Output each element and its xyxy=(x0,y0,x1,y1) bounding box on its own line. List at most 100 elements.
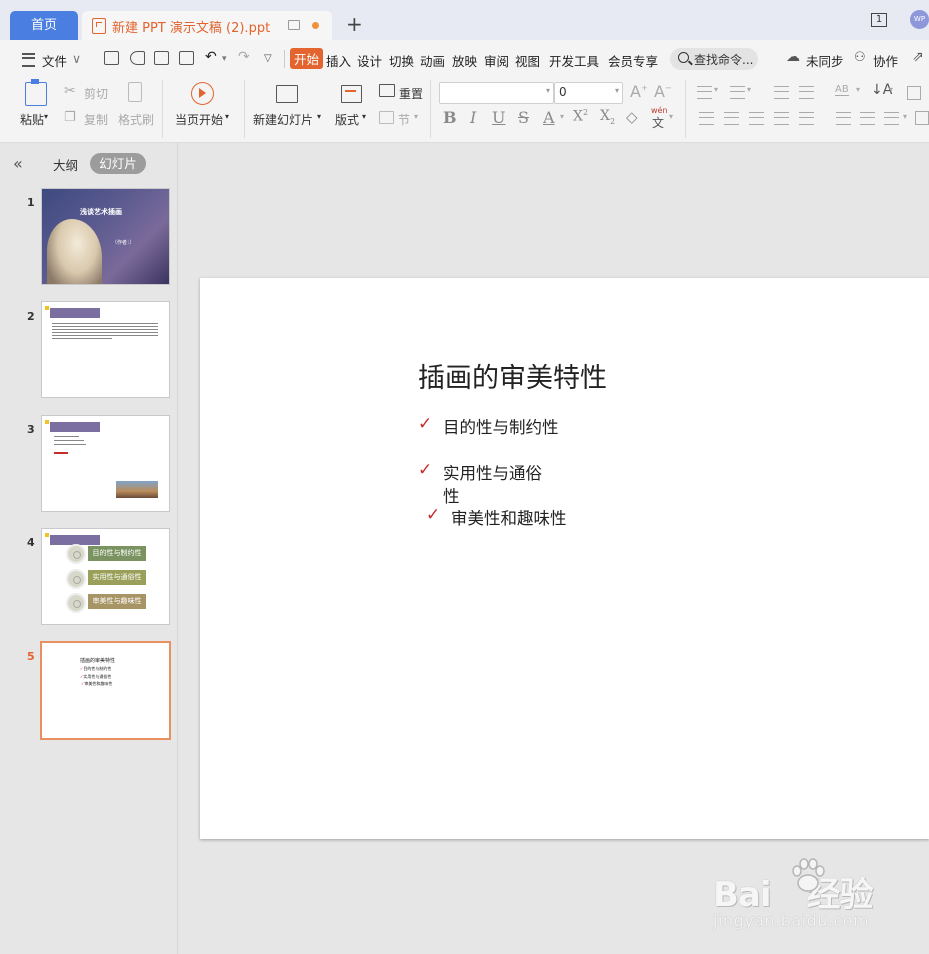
redo-icon[interactable]: ↷ xyxy=(238,49,250,65)
decrease-indent-icon[interactable] xyxy=(774,86,789,99)
screen-icon[interactable] xyxy=(288,20,300,30)
slide-canvas[interactable]: 插画的审美特性 ✓ 目的性与制约性 ✓ 实用性与通俗 性 ✓ 审美性和趣味性 xyxy=(200,278,929,839)
save-icon[interactable] xyxy=(104,51,119,65)
font-color-dropdown-icon[interactable]: ▾ xyxy=(560,112,564,121)
underline-icon[interactable]: U xyxy=(492,108,505,127)
subscript-icon[interactable]: X2 xyxy=(600,108,615,126)
more-icon[interactable] xyxy=(915,111,929,125)
reset-button[interactable]: 重置 xyxy=(399,85,423,102)
paste-icon[interactable] xyxy=(25,82,47,106)
play-from-current-button[interactable]: 当页开始 xyxy=(175,111,223,128)
layout-icon[interactable] xyxy=(341,85,362,103)
print-icon[interactable] xyxy=(154,51,169,65)
scissors-icon[interactable]: ✂ xyxy=(64,83,76,99)
collapse-panel-icon[interactable]: « xyxy=(13,154,23,173)
paragraph-spacing-icon[interactable] xyxy=(860,112,875,125)
print-preview-icon[interactable] xyxy=(179,51,194,65)
column-dropdown-icon[interactable]: ▾ xyxy=(903,112,907,121)
clear-format-icon[interactable]: ◇ xyxy=(626,108,638,126)
column-icon[interactable] xyxy=(884,112,899,125)
menu-animation[interactable]: 动画 xyxy=(420,51,445,70)
menu-transition[interactable]: 切换 xyxy=(389,51,414,70)
shrink-font-icon[interactable]: A− xyxy=(654,82,672,101)
section-dropdown-icon[interactable]: ▾ xyxy=(414,112,418,121)
collab-button[interactable]: 协作 xyxy=(873,51,898,70)
new-slide-button[interactable]: 新建幻灯片 xyxy=(253,111,313,128)
avatar[interactable]: WP xyxy=(910,10,929,29)
tab-document[interactable]: 新建 PPT 演示文稿 (2).ppt xyxy=(82,11,332,40)
menu-member[interactable]: 会员专享 xyxy=(608,51,658,70)
bullet-item[interactable]: 审美性和趣味性 xyxy=(451,505,567,529)
align-center-icon[interactable] xyxy=(724,112,739,125)
undo-icon[interactable]: ↶ xyxy=(205,49,217,65)
copy-icon[interactable]: ❐ xyxy=(64,110,76,125)
tab-home[interactable]: 首页 xyxy=(10,11,78,40)
slide-thumbnail-5[interactable]: 插画的审美特性 ✓目的性与制约性 ✓实用性与通俗性 ✓审美性和趣味性 xyxy=(40,641,171,740)
slide-thumbnail-2[interactable] xyxy=(41,301,170,398)
menu-view[interactable]: 视图 xyxy=(515,51,540,70)
new-slide-icon[interactable] xyxy=(276,85,298,103)
chevron-down-icon[interactable]: ∨ xyxy=(72,51,81,66)
grow-font-icon[interactable]: A+ xyxy=(630,82,648,101)
menu-insert[interactable]: 插入 xyxy=(326,51,351,70)
bullet-item[interactable]: 实用性与通俗 xyxy=(443,460,542,484)
reset-icon[interactable] xyxy=(379,84,395,97)
window-count-badge[interactable]: 1 xyxy=(871,13,887,27)
format-painter-button[interactable]: 格式刷 xyxy=(118,111,154,128)
menu-design[interactable]: 设计 xyxy=(357,51,382,70)
cloud-sync-icon[interactable]: ☁ xyxy=(786,49,800,65)
pinyin-dropdown-icon[interactable]: ▾ xyxy=(669,112,673,121)
superscript-icon[interactable]: X2 xyxy=(573,108,588,125)
new-slide-dropdown-icon[interactable]: ▾ xyxy=(317,112,321,121)
bold-icon[interactable]: B xyxy=(443,108,457,127)
paste-dropdown-icon[interactable]: ▾ xyxy=(44,112,48,121)
justify-icon[interactable] xyxy=(774,112,789,125)
sync-status[interactable]: 未同步 xyxy=(806,51,844,70)
slide-thumbnail-3[interactable] xyxy=(41,415,170,512)
paste-button[interactable]: 粘贴 xyxy=(20,111,44,128)
numbered-list-icon[interactable] xyxy=(730,86,745,99)
textbox-icon[interactable] xyxy=(907,86,921,100)
cut-button[interactable]: 剪切 xyxy=(84,85,108,102)
sort-dropdown-icon[interactable]: ▾ xyxy=(889,85,893,94)
numbered-dropdown-icon[interactable]: ▾ xyxy=(747,85,751,94)
increase-indent-icon[interactable] xyxy=(799,86,814,99)
font-color-icon[interactable]: A xyxy=(543,108,555,127)
slide-thumbnail-4[interactable]: 目的性与制约性 实用性与通俗性 审美性与趣味性 xyxy=(41,528,170,625)
format-painter-icon[interactable] xyxy=(128,82,142,102)
bullet-dropdown-icon[interactable]: ▾ xyxy=(714,85,718,94)
align-right-icon[interactable] xyxy=(749,112,764,125)
bullet-list-icon[interactable] xyxy=(697,86,712,99)
slide-thumbnail-1[interactable]: 浅谈艺术插画 （作者：） xyxy=(41,188,170,285)
collab-user-icon[interactable]: ⚇ xyxy=(854,50,866,65)
command-search[interactable]: 查找命令... xyxy=(670,48,758,70)
tab-slides[interactable]: 幻灯片 xyxy=(90,153,146,174)
undo-dropdown-icon[interactable]: ▾ xyxy=(222,54,227,64)
customize-dropdown-icon[interactable]: ▽ xyxy=(264,53,272,64)
pinyin-guide-icon[interactable]: 文 xyxy=(652,114,664,131)
hamburger-icon[interactable] xyxy=(22,53,35,67)
export-icon[interactable] xyxy=(130,51,145,65)
strikethrough-icon[interactable]: S xyxy=(518,108,529,127)
menu-review[interactable]: 审阅 xyxy=(484,51,509,70)
layout-dropdown-icon[interactable]: ▾ xyxy=(362,112,366,121)
new-tab-button[interactable]: + xyxy=(346,12,363,36)
share-icon[interactable]: ⇗ xyxy=(912,49,924,65)
text-direction-dropdown-icon[interactable]: ▾ xyxy=(856,85,860,94)
section-icon[interactable] xyxy=(379,111,394,124)
section-button[interactable]: 节 xyxy=(398,111,410,128)
italic-icon[interactable]: I xyxy=(470,108,476,127)
distribute-icon[interactable] xyxy=(799,112,814,125)
menu-home-start[interactable]: 开始 xyxy=(290,48,324,69)
menu-file[interactable]: 文件 xyxy=(42,51,67,70)
align-left-icon[interactable] xyxy=(699,112,714,125)
font-name-select[interactable]: ▾ xyxy=(439,82,554,104)
text-direction-icon[interactable]: AB xyxy=(835,84,849,96)
play-dropdown-icon[interactable]: ▾ xyxy=(225,112,229,121)
bullet-item[interactable]: 目的性与制约性 xyxy=(443,414,559,438)
tab-outline[interactable]: 大纲 xyxy=(53,155,78,174)
menu-slideshow[interactable]: 放映 xyxy=(452,51,477,70)
bullet-item-wrap[interactable]: 性 xyxy=(443,483,460,507)
menu-developer[interactable]: 开发工具 xyxy=(549,51,599,70)
slide-title[interactable]: 插画的审美特性 xyxy=(418,356,607,395)
